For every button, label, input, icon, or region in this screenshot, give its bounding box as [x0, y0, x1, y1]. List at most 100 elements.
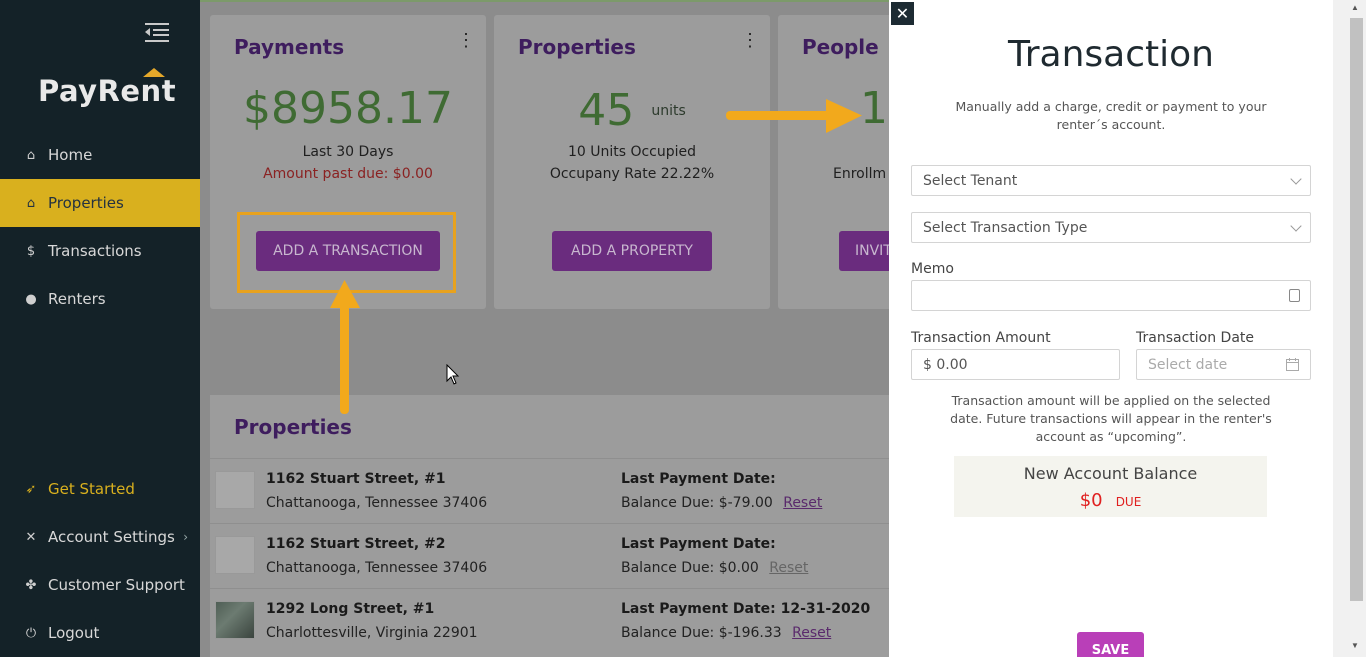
- rocket-icon: ➶: [25, 481, 37, 497]
- panel-description: Manually add a charge, credit or payment…: [955, 99, 1267, 132]
- table-row[interactable]: 1162 Stuart Street, #2 Chattanooga, Tenn…: [210, 523, 889, 587]
- last-payment-date: Last Payment Date: 12-31-2020: [621, 601, 871, 617]
- property-city: Chattanooga, Tennessee 37406: [266, 495, 488, 511]
- tenant-select[interactable]: Select Tenant: [911, 165, 1311, 196]
- reset-link[interactable]: Reset: [769, 560, 808, 576]
- units-occupied: 10 Units Occupied: [567, 144, 697, 160]
- transaction-date-input[interactable]: Select date: [1136, 349, 1311, 380]
- logo-roof-icon: [143, 68, 165, 77]
- sidebar-item-label: Renters: [48, 290, 106, 308]
- property-address: 1162 Stuart Street, #1: [266, 471, 446, 487]
- transaction-amount-input[interactable]: $ 0.00: [911, 349, 1120, 380]
- balance-value: $0 DUE: [954, 490, 1267, 511]
- sidebar-item-label: Customer Support: [48, 576, 185, 594]
- scroll-down-icon[interactable]: ▼: [1351, 641, 1359, 650]
- properties-list-title: Properties: [234, 415, 352, 439]
- collapse-menu-icon[interactable]: [145, 22, 169, 42]
- table-row[interactable]: 1162 Stuart Street, #1 Chattanooga, Tenn…: [210, 458, 889, 522]
- balance-due: Balance Due: $-196.33 Reset: [621, 625, 831, 641]
- transaction-panel: Transaction Manually add a charge, credi…: [889, 0, 1333, 657]
- balance-due-text: Balance Due: $-79.00: [621, 495, 773, 511]
- memo-input[interactable]: [911, 280, 1311, 311]
- chevron-down-icon: [1290, 220, 1302, 232]
- transaction-date-label: Transaction Date: [1136, 330, 1255, 346]
- sidebar-item-account-settings[interactable]: ✕ Account Settings ›: [0, 513, 200, 561]
- sidebar-item-renters[interactable]: ● Renters: [0, 275, 200, 323]
- balance-due-text: Balance Due: $0.00: [621, 560, 759, 576]
- sidebar-item-label: Home: [48, 146, 93, 164]
- add-property-button[interactable]: ADD A PROPERTY: [552, 231, 712, 271]
- occupancy-rate: Occupany Rate 22.22%: [549, 166, 715, 182]
- support-icon: ✤: [25, 577, 37, 593]
- sidebar-item-get-started[interactable]: ➶ Get Started: [0, 465, 200, 513]
- transaction-date-placeholder: Select date: [1148, 356, 1228, 373]
- property-city: Charlottesville, Virginia 22901: [266, 625, 478, 641]
- save-button[interactable]: SAVE: [1077, 632, 1144, 657]
- memo-label: Memo: [911, 261, 954, 277]
- balance-title: New Account Balance: [1023, 464, 1198, 483]
- units-label: units: [651, 102, 686, 119]
- property-thumbnail: [215, 536, 255, 574]
- table-row[interactable]: 1292 Long Street, #1 Charlottesville, Vi…: [210, 588, 889, 652]
- transactions-icon: $: [26, 243, 36, 259]
- balance-amount: $0: [1079, 490, 1103, 511]
- reset-link[interactable]: Reset: [792, 625, 831, 641]
- transaction-type-select[interactable]: Select Transaction Type: [911, 212, 1311, 243]
- logout-icon: ⏻: [25, 625, 37, 641]
- payments-more-icon[interactable]: ⋮: [457, 31, 475, 49]
- sidebar-item-label: Get Started: [48, 480, 135, 498]
- last-payment-date: Last Payment Date:: [621, 536, 776, 552]
- tenant-select-value: Select Tenant: [923, 172, 1018, 189]
- properties-more-icon[interactable]: ⋮: [741, 31, 759, 49]
- sidebar-item-customer-support[interactable]: ✤ Customer Support: [0, 561, 200, 609]
- mouse-cursor-icon: [446, 364, 460, 385]
- properties-icon: ⌂: [26, 195, 36, 211]
- property-address: 1162 Stuart Street, #2: [266, 536, 446, 552]
- sidebar-item-properties[interactable]: ⌂ Properties: [0, 179, 200, 227]
- panel-title: Transaction: [1008, 34, 1214, 75]
- close-icon[interactable]: ✕: [891, 2, 914, 25]
- scrollbar[interactable]: ▲ ▼: [1333, 0, 1366, 657]
- chevron-down-icon: [1290, 173, 1302, 185]
- payments-amount: $8958.17: [243, 83, 453, 134]
- balance-due: Balance Due: $-79.00 Reset: [621, 495, 822, 511]
- property-thumbnail: [215, 471, 255, 509]
- sidebar-item-label: Properties: [48, 194, 124, 212]
- last-payment-date: Last Payment Date:: [621, 471, 776, 487]
- sidebar-item-home[interactable]: ⌂ Home: [0, 131, 200, 179]
- top-accent-line: [200, 0, 889, 2]
- sidebar-item-label: Account Settings: [48, 528, 175, 546]
- scroll-up-icon[interactable]: ▲: [1351, 3, 1359, 12]
- sidebar-item-label: Logout: [48, 624, 100, 642]
- calendar-icon: [1286, 358, 1299, 371]
- sidebar: PayRent ⌂ Home ⌂ Properties $ Transactio…: [0, 0, 200, 657]
- renters-icon: ●: [25, 291, 37, 307]
- balance-due-text: Balance Due: $-196.33: [621, 625, 782, 641]
- people-enrollment: Enrollm: [833, 166, 887, 182]
- chevron-right-icon: ›: [183, 530, 188, 544]
- property-address: 1292 Long Street, #1: [266, 601, 435, 617]
- payments-period: Last 30 Days: [302, 144, 394, 160]
- sidebar-item-transactions[interactable]: $ Transactions: [0, 227, 200, 275]
- payrent-logo[interactable]: PayRent: [38, 68, 176, 108]
- properties-card-title: Properties: [518, 35, 636, 59]
- transaction-note: Transaction amount will be applied on th…: [950, 393, 1272, 444]
- right-arrow-annotation: [726, 99, 862, 133]
- balance-due: Balance Due: $0.00 Reset: [621, 560, 808, 576]
- transaction-amount-value: $ 0.00: [923, 356, 968, 373]
- payments-card-title: Payments: [234, 35, 345, 59]
- scrollbar-thumb[interactable]: [1350, 18, 1363, 601]
- sidebar-item-label: Transactions: [48, 242, 142, 260]
- memo-field-icon: [1289, 289, 1300, 302]
- properties-list: Properties 1162 Stuart Street, #1 Chatta…: [210, 395, 889, 657]
- up-arrow-annotation: [330, 280, 360, 414]
- payments-past-due: Amount past due: $0.00: [263, 166, 433, 182]
- properties-card: Properties ⋮ 45 units 10 Units Occupied …: [494, 15, 770, 309]
- home-icon: ⌂: [26, 147, 36, 163]
- people-card-title: People: [802, 35, 879, 59]
- property-thumbnail: [215, 601, 255, 639]
- settings-icon: ✕: [25, 529, 37, 545]
- reset-link[interactable]: Reset: [783, 495, 822, 511]
- sidebar-item-logout[interactable]: ⏻ Logout: [0, 609, 200, 657]
- properties-count: 45: [578, 85, 635, 136]
